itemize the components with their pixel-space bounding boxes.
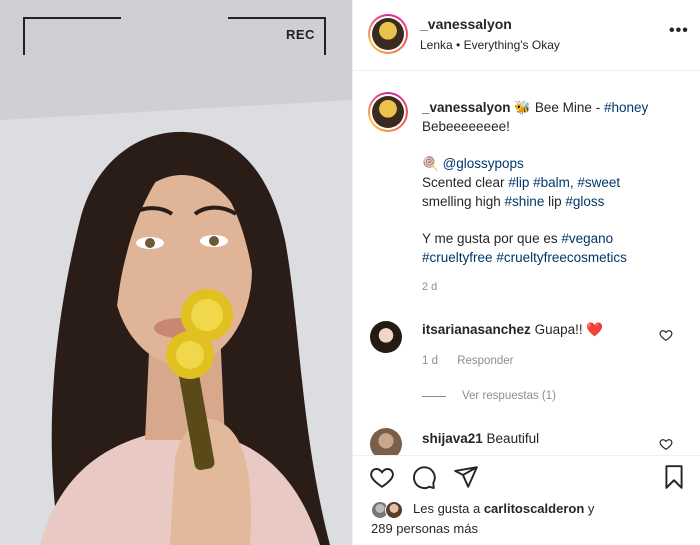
comment-meta: 1 d Responder <box>422 355 529 367</box>
liker-username[interactable]: carlitoscalderon <box>484 501 584 516</box>
bee-emoji: 🐝 <box>514 100 532 115</box>
share-paper-plane-icon[interactable] <box>453 464 479 490</box>
like-comment-heart-icon[interactable] <box>659 437 673 451</box>
caption-text-segment: Y me gusta por que es <box>422 231 562 246</box>
caption-text-segment: smelling high <box>422 194 505 209</box>
heart-emoji: ❤️ <box>586 322 604 337</box>
caption-line <box>422 211 692 229</box>
like-comment-heart-icon[interactable] <box>659 328 673 342</box>
caption-line: 🍭 @glossypops <box>422 154 692 173</box>
caption-line <box>422 136 692 154</box>
rec-frame-corner-left <box>23 17 121 55</box>
caption-line: smelling high #shine lip #gloss <box>422 192 692 211</box>
post-actions: Les gusta a carlitoscalderon y 289 perso… <box>353 455 700 545</box>
caption-text-segment: lip <box>544 194 566 209</box>
more-options-icon[interactable]: ••• <box>669 22 689 40</box>
post-side-panel: _vanessalyon Lenka • Everything's Okay •… <box>353 0 700 545</box>
commenter-username[interactable]: itsarianasanchez <box>422 322 531 337</box>
view-replies-button[interactable]: Ver respuestas (1) <box>422 390 556 402</box>
caption-text-segment: Bebeeeeeeee! <box>422 119 510 134</box>
caption-hashtag[interactable]: #honey <box>604 100 648 115</box>
caption-text: _vanessalyon 🐝 Bee Mine - #honey Bebeeee… <box>422 98 692 267</box>
caption-username[interactable]: _vanessalyon <box>422 100 511 115</box>
caption-hashtag[interactable]: #balm <box>533 175 570 190</box>
commenter-avatar[interactable] <box>370 321 402 353</box>
post-timestamp[interactable]: 2 d <box>422 281 437 293</box>
video-frame <box>0 0 352 545</box>
author-username[interactable]: _vanessalyon <box>420 16 512 32</box>
caption-hashtag[interactable]: #sweet <box>577 175 620 190</box>
comment-text: shijava21 Beautiful <box>422 431 540 446</box>
comment-text: itsarianasanchez Guapa!! ❤️ <box>422 322 604 337</box>
like-heart-icon[interactable] <box>369 464 395 490</box>
caption-line: Y me gusta por que es #vegano <box>422 229 692 248</box>
caption-text-segment: Scented clear <box>422 175 509 190</box>
caption-hashtag[interactable]: @glossypops <box>443 156 524 171</box>
caption-hashtag[interactable]: #lip <box>508 175 529 190</box>
caption-line: Bebeeeeeeee! <box>422 117 692 136</box>
caption-hashtag[interactable]: #shine <box>505 194 545 209</box>
caption-text-segment: Bee Mine - <box>534 100 604 115</box>
rec-label: REC <box>286 27 315 42</box>
caption-hashtag[interactable]: #crueltyfree <box>422 250 493 265</box>
audio-track[interactable]: Lenka • Everything's Okay <box>420 38 560 52</box>
liker-avatars[interactable] <box>371 500 407 519</box>
author-avatar[interactable] <box>368 14 408 54</box>
caption-text-segment: 🍭 <box>422 156 443 171</box>
post-header: _vanessalyon Lenka • Everything's Okay •… <box>353 0 700 71</box>
caption-line: #crueltyfree #crueltyfreecosmetics <box>422 248 692 267</box>
likes-count[interactable]: 289 personas más <box>371 521 478 536</box>
save-bookmark-icon[interactable] <box>661 464 687 490</box>
likes-summary: Les gusta a carlitoscalderon y 289 perso… <box>371 500 595 536</box>
caption-author-avatar[interactable] <box>368 92 408 132</box>
post-media[interactable]: REC <box>0 0 352 545</box>
comment-time[interactable]: 1 d <box>422 355 438 367</box>
reply-button[interactable]: Responder <box>457 355 513 367</box>
caption-line: Scented clear #lip #balm, #sweet <box>422 173 692 192</box>
commenter-username[interactable]: shijava21 <box>422 431 483 446</box>
comment-bubble-icon[interactable] <box>411 464 437 490</box>
caption-hashtag[interactable]: #gloss <box>565 194 604 209</box>
caption-hashtag[interactable]: #vegano <box>561 231 613 246</box>
caption-hashtag[interactable]: #crueltyfreecosmetics <box>496 250 627 265</box>
